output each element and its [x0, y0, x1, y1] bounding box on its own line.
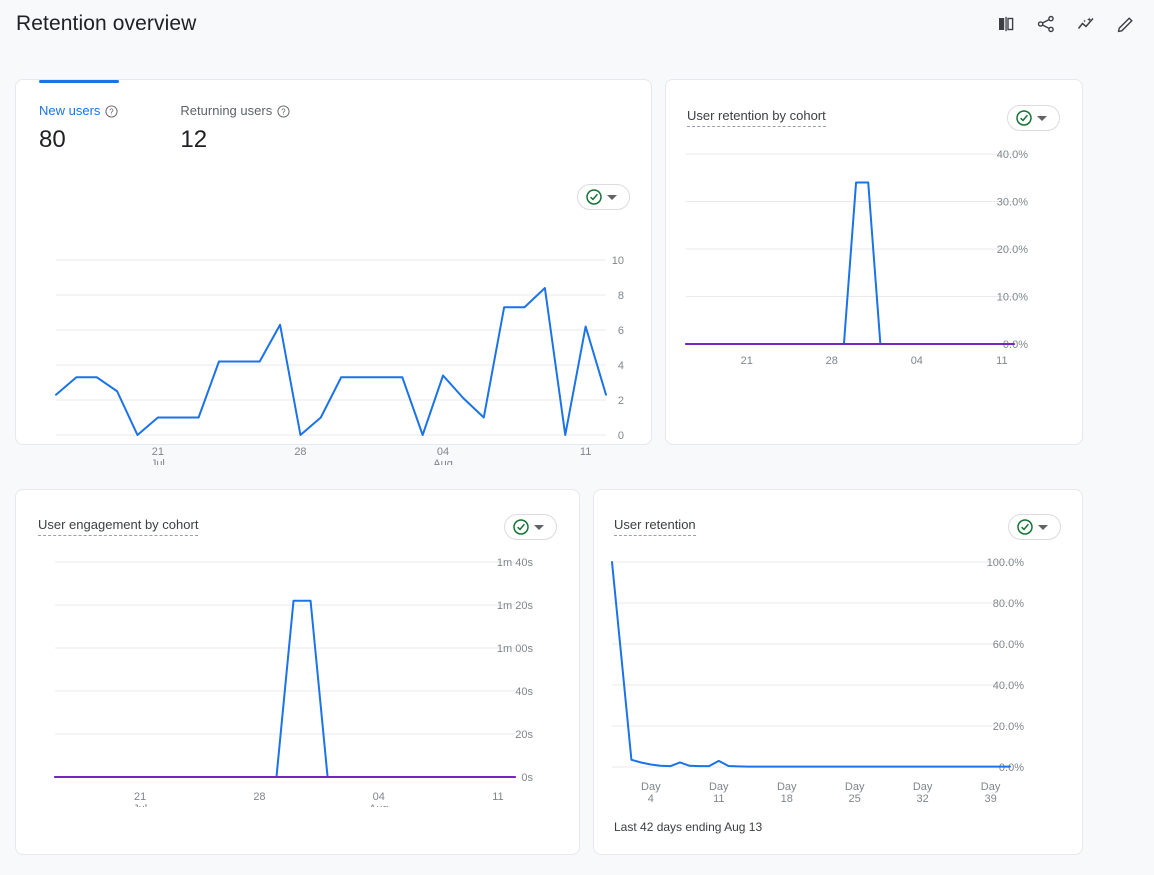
card-user-engagement-by-cohort: User engagement by cohort 0s 20s 40s 1m 00s… — [15, 489, 580, 855]
chevron-down-icon — [1037, 115, 1047, 121]
x-axis-tick-label: 11 — [580, 446, 591, 458]
y-axis-tick-label: 30.0% — [997, 197, 1028, 209]
y-axis-tick-label: 8 — [618, 290, 624, 302]
card-user-retention: User retention 0.0% 20.0% 40.0% 60.0% 80.0% 1… — [593, 489, 1083, 855]
x-axis-tick-label: Day — [709, 781, 729, 793]
card-title-user-engagement-by-cohort[interactable]: User engagement by cohort — [38, 516, 199, 536]
filter-pill-overview[interactable] — [577, 184, 630, 210]
check-circle-icon — [1016, 110, 1032, 126]
x-axis-tick-sublabel: Aug — [369, 803, 389, 807]
tab-returning-users-label: Returning users — [180, 103, 273, 118]
x-axis-tick-label: 28 — [253, 791, 265, 803]
x-axis-tick-label: Day — [641, 781, 661, 793]
x-axis-tick-label: 28 — [294, 446, 306, 458]
tab-new-users-label: New users — [39, 103, 101, 118]
retention-footnote: Last 42 days ending Aug 13 — [614, 820, 763, 834]
y-axis-tick-label: 60.0% — [993, 639, 1024, 651]
y-axis-tick-label: 6 — [618, 325, 624, 337]
chart-user-retention-by-cohort: 0.0%10.0%20.0%30.0%40.0%21Jul2804Aug11 — [685, 149, 1028, 367]
y-axis-tick-label: 10.0% — [997, 292, 1028, 304]
x-axis-tick-sublabel: Jul — [133, 803, 147, 807]
series-line — [54, 599, 516, 778]
svg-text:?: ? — [110, 107, 115, 116]
y-axis-tick-label: 20.0% — [997, 244, 1028, 256]
y-axis-tick-label: 0.0% — [999, 762, 1024, 774]
active-tab-indicator — [39, 80, 119, 83]
x-axis-tick-label: Day — [845, 781, 865, 793]
edit-icon[interactable] — [1114, 12, 1138, 36]
tab-returning-users-value: 12 — [180, 126, 208, 153]
y-axis-tick-label: 40s — [515, 686, 533, 698]
page-title: Retention overview — [16, 12, 197, 35]
y-axis-tick-label: 20.0% — [993, 721, 1024, 733]
x-axis-tick-label: 11 — [492, 791, 503, 803]
y-axis-tick-label: 4 — [618, 360, 624, 372]
y-axis-tick-label: 100.0% — [987, 557, 1025, 569]
x-axis-tick-sublabel: 11 — [713, 793, 724, 802]
y-axis-tick-label: 2 — [618, 395, 624, 407]
series-line — [611, 561, 1011, 768]
retention-overview-page: Retention overview New users ? 80 Return… — [0, 0, 1154, 875]
x-axis-tick-sublabel: 32 — [917, 793, 929, 802]
x-axis-tick-label: 04 — [437, 446, 449, 458]
x-axis-tick-label: Day — [981, 781, 1001, 793]
chart-user-retention-curve: 0.0%20.0%40.0%60.0%80.0%100.0%Day4Day11D… — [611, 557, 1025, 802]
chart-new-returning-users: 0 2 4 6 8 10 21Jul 28 04Aug 11 — [55, 255, 624, 465]
y-axis-tick-label: 0 — [618, 430, 624, 442]
share-icon[interactable] — [1034, 12, 1058, 36]
check-circle-icon — [1017, 519, 1033, 535]
x-axis-tick-label: 21 — [741, 355, 753, 367]
tab-new-users-value: 80 — [39, 126, 66, 153]
filter-pill-user-retention[interactable] — [1008, 514, 1061, 540]
x-axis-tick-label: Day — [777, 781, 797, 793]
chevron-down-icon — [1038, 524, 1048, 530]
insights-icon[interactable] — [1074, 12, 1098, 36]
series-line — [55, 287, 607, 436]
x-axis-tick-label: 04 — [911, 355, 923, 367]
help-icon[interactable]: ? — [277, 104, 290, 118]
x-axis-tick-label: 28 — [826, 355, 838, 367]
chevron-down-icon — [534, 524, 544, 530]
y-axis-tick-label: 1m 20s — [497, 600, 534, 612]
y-axis-tick-label: 80.0% — [993, 598, 1024, 610]
x-axis-tick-label: 21 — [152, 446, 164, 458]
card-title-user-retention-by-cohort[interactable]: User retention by cohort — [687, 107, 826, 127]
x-axis-tick-sublabel: 4 — [648, 793, 654, 802]
y-axis-tick-label: 10 — [612, 255, 624, 267]
y-axis-tick-label: 20s — [515, 729, 533, 741]
x-axis-tick-sublabel: 18 — [781, 793, 793, 802]
x-axis-tick-label: 04 — [373, 791, 385, 803]
tab-returning-users[interactable]: Returning users ? 12 — [180, 102, 290, 156]
filter-pill-retention-cohort[interactable] — [1007, 105, 1060, 131]
filter-pill-engagement-cohort[interactable] — [504, 514, 557, 540]
card-user-retention-by-cohort: User retention by cohort 0.0% 10.0% 20.0% 3… — [665, 79, 1083, 445]
x-axis-tick-sublabel: 39 — [984, 793, 996, 802]
card-new-returning-users: New users ? 80 Returning users ? 12 0 2 … — [15, 79, 652, 465]
help-icon[interactable]: ? — [105, 104, 118, 118]
x-axis-tick-label: 11 — [996, 355, 1007, 367]
check-circle-icon — [586, 189, 602, 205]
svg-text:?: ? — [282, 107, 287, 116]
y-axis-tick-label: 0s — [521, 772, 533, 784]
x-axis-tick-sublabel: Jul — [151, 458, 165, 465]
series-line — [685, 181, 1015, 345]
x-axis-tick-label: Day — [913, 781, 933, 793]
x-axis-tick-sublabel: Aug — [433, 458, 453, 465]
tab-new-users[interactable]: New users ? 80 — [39, 80, 119, 156]
chevron-down-icon — [607, 194, 617, 200]
chart-user-engagement-by-cohort: 0s 20s 40s 1m 00s 1m 20s 1m 40s 21Jul 28 04Aug 11 — [54, 557, 534, 807]
metric-tabs: New users ? 80 Returning users ? 12 — [39, 80, 352, 156]
y-axis-tick-label: 40.0% — [997, 149, 1028, 161]
card-title-user-retention[interactable]: User retention — [614, 516, 696, 536]
y-axis-tick-label: 1m 00s — [497, 643, 534, 655]
x-axis-tick-sublabel: 25 — [849, 793, 861, 802]
y-axis-tick-label: 1m 40s — [497, 557, 534, 569]
header-actions — [994, 12, 1138, 36]
page-header: Retention overview — [0, 0, 1154, 48]
x-axis-tick-label: 21 — [134, 791, 146, 803]
y-axis-tick-label: 40.0% — [993, 680, 1024, 692]
compare-icon[interactable] — [994, 12, 1018, 36]
check-circle-icon — [513, 519, 529, 535]
